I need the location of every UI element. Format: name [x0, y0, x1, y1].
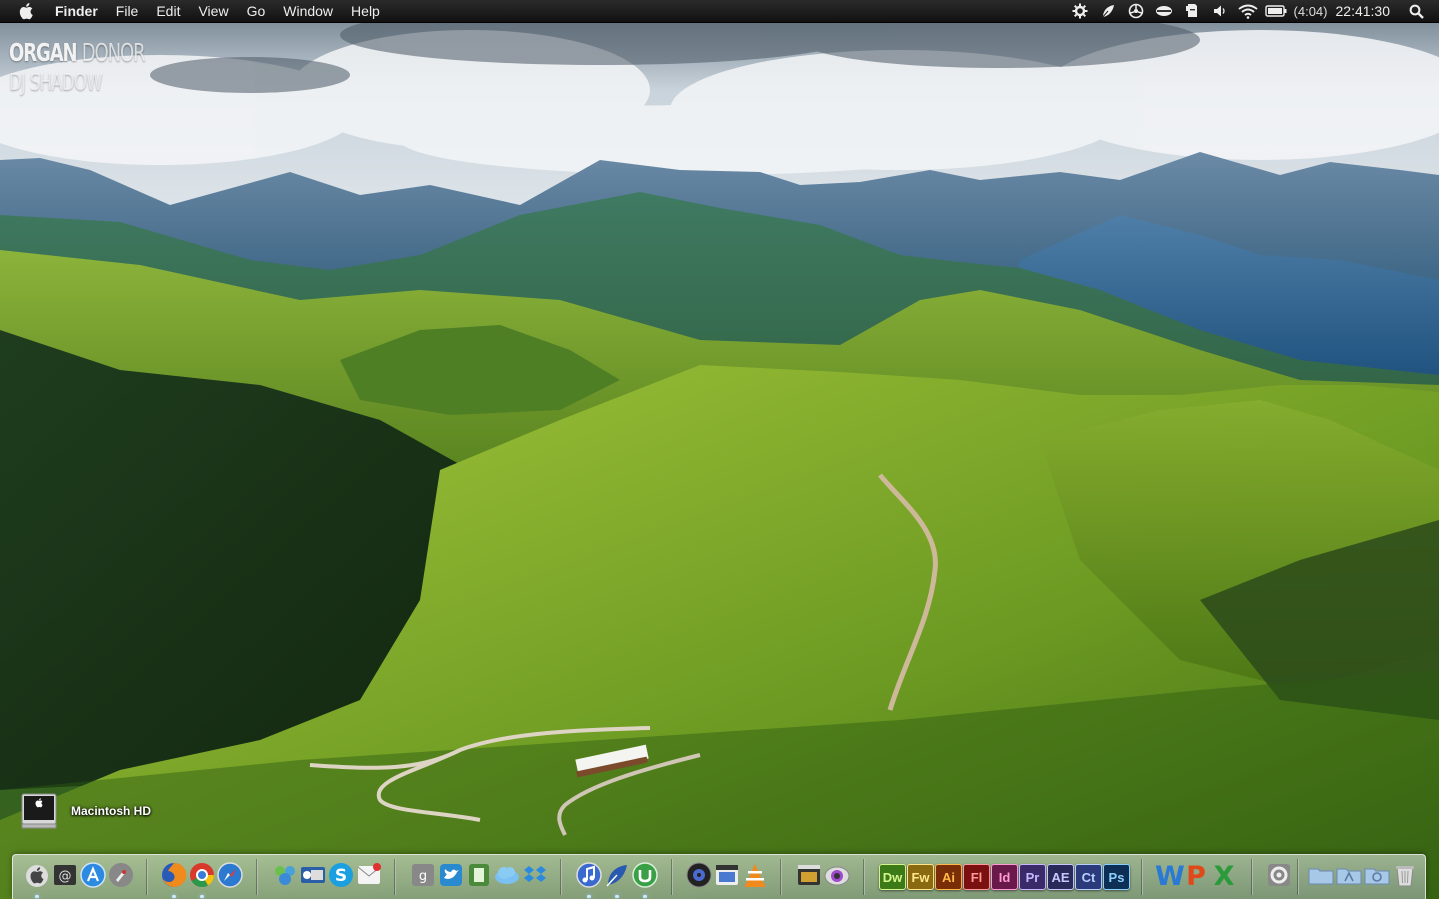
svg-text:@: @ [59, 869, 72, 884]
evernote-icon[interactable] [465, 861, 493, 889]
volume-icon[interactable] [1209, 0, 1231, 22]
svg-text:S: S [335, 866, 347, 886]
sparrow-mail-icon[interactable] [355, 861, 383, 889]
dropbox-icon[interactable] [521, 861, 549, 889]
system-preferences-icon[interactable] [1265, 861, 1293, 889]
svg-text:g: g [419, 869, 427, 884]
spotlight-search-icon[interactable] [1405, 0, 1427, 22]
desktop-icon-label: Macintosh HD [71, 804, 152, 818]
utorrent-icon[interactable] [631, 861, 659, 889]
menu-bar-extras: (4:04) 22:41:30 [1066, 0, 1439, 22]
trash-icon[interactable] [1391, 861, 1419, 889]
dock-separator [146, 859, 148, 895]
running-indicator [587, 895, 591, 898]
dreamweaver-icon[interactable]: Dw [879, 864, 906, 890]
menu-finder[interactable]: Finder [46, 0, 107, 22]
menu-bar: Finder File Edit View Go Window Help (4:… [0, 0, 1439, 23]
dock-separator [394, 859, 396, 895]
photoshop-icon[interactable]: Ps [1103, 864, 1130, 890]
menu-window[interactable]: Window [274, 0, 342, 22]
twitter-icon[interactable] [437, 861, 465, 889]
running-indicator [35, 895, 39, 898]
skype-icon[interactable]: S [327, 861, 355, 889]
steering-wheel-icon[interactable] [1125, 0, 1147, 22]
menu-file[interactable]: File [107, 0, 148, 22]
itunes-icon[interactable] [575, 861, 603, 889]
fireworks-icon[interactable]: Fw [907, 864, 934, 890]
battery-time: (4:04) [1293, 3, 1328, 19]
leaf-icon[interactable] [1097, 0, 1119, 22]
firefox-icon[interactable] [160, 861, 188, 889]
applications-folder-icon[interactable] [1335, 861, 1363, 889]
growl-leaf-icon[interactable] [603, 861, 631, 889]
dock-separator [780, 859, 782, 895]
wifi-icon[interactable] [1237, 0, 1259, 22]
indesign-icon[interactable]: Id [991, 864, 1018, 890]
google-search-icon[interactable]: g [409, 861, 437, 889]
icloud-icon[interactable] [493, 861, 521, 889]
aperture-icon[interactable] [823, 861, 851, 889]
excel-icon[interactable]: X [1211, 863, 1237, 891]
hard-drive-icon[interactable] [20, 792, 58, 830]
launchpad-rocket-icon[interactable] [107, 861, 135, 889]
desktop-icon-macintosh-hd[interactable]: Macintosh HD [20, 792, 151, 830]
dock-separator [1297, 859, 1299, 895]
menu-bar-left: Finder File Edit View Go Window Help [0, 0, 389, 22]
final-cut-icon[interactable] [795, 861, 823, 889]
downloads-folder-icon[interactable] [1363, 861, 1391, 889]
menubar-clock[interactable]: 22:41:30 [1336, 3, 1391, 19]
dock: @ S g Dw Fw Ai Fl Id Pr AE Ct Ps W P X [12, 854, 1426, 899]
flash-icon[interactable]: Fl [963, 864, 990, 890]
mail-icon[interactable]: @ [51, 861, 79, 889]
documents-folder-icon[interactable] [1307, 861, 1335, 889]
after-effects-icon[interactable]: AE [1047, 864, 1074, 890]
dock-separator [1251, 859, 1253, 895]
now-playing-title-part2: DONOR [81, 38, 146, 67]
app-store-icon[interactable] [79, 861, 107, 889]
menu-go[interactable]: Go [238, 0, 275, 22]
menu-edit[interactable]: Edit [147, 0, 189, 22]
cloud-icon[interactable] [1153, 0, 1175, 22]
running-indicator [615, 895, 619, 898]
running-indicator [172, 895, 176, 898]
dock-separator [560, 859, 562, 895]
adium-icon[interactable] [271, 861, 299, 889]
desktop-wallpaper [0, 0, 1439, 899]
evernote-icon[interactable] [1181, 0, 1203, 22]
battery-icon[interactable] [1264, 0, 1287, 22]
dock-separator [671, 859, 673, 895]
now-playing-widget: ORGAN DONOR DJ SHADOW [9, 38, 197, 98]
dvd-player-icon[interactable] [685, 861, 713, 889]
premiere-icon[interactable]: Pr [1019, 864, 1046, 890]
chrome-icon[interactable] [188, 861, 216, 889]
now-playing-artist: DJ SHADOW [9, 70, 103, 96]
dock-separator [256, 859, 258, 895]
word-icon[interactable]: W [1155, 863, 1185, 891]
powerpoint-icon[interactable]: P [1183, 863, 1209, 891]
vlc-icon[interactable] [741, 861, 769, 889]
menu-view[interactable]: View [189, 0, 237, 22]
imovie-icon[interactable] [713, 861, 741, 889]
now-playing-title: ORGAN DONOR [9, 38, 146, 68]
apple-logo-icon[interactable] [12, 0, 42, 22]
running-indicator [200, 895, 204, 898]
now-playing-title-part1: ORGAN [9, 38, 78, 67]
outlook-icon[interactable] [299, 861, 327, 889]
menu-help[interactable]: Help [342, 0, 389, 22]
running-indicator [643, 895, 647, 898]
dock-separator [863, 859, 865, 895]
safari-icon[interactable] [216, 861, 244, 889]
finder-apple-icon[interactable] [23, 861, 51, 889]
dock-separator [1141, 859, 1143, 895]
gear-icon[interactable] [1069, 0, 1091, 22]
illustrator-icon[interactable]: Ai [935, 864, 962, 890]
contribute-icon[interactable]: Ct [1075, 864, 1102, 890]
